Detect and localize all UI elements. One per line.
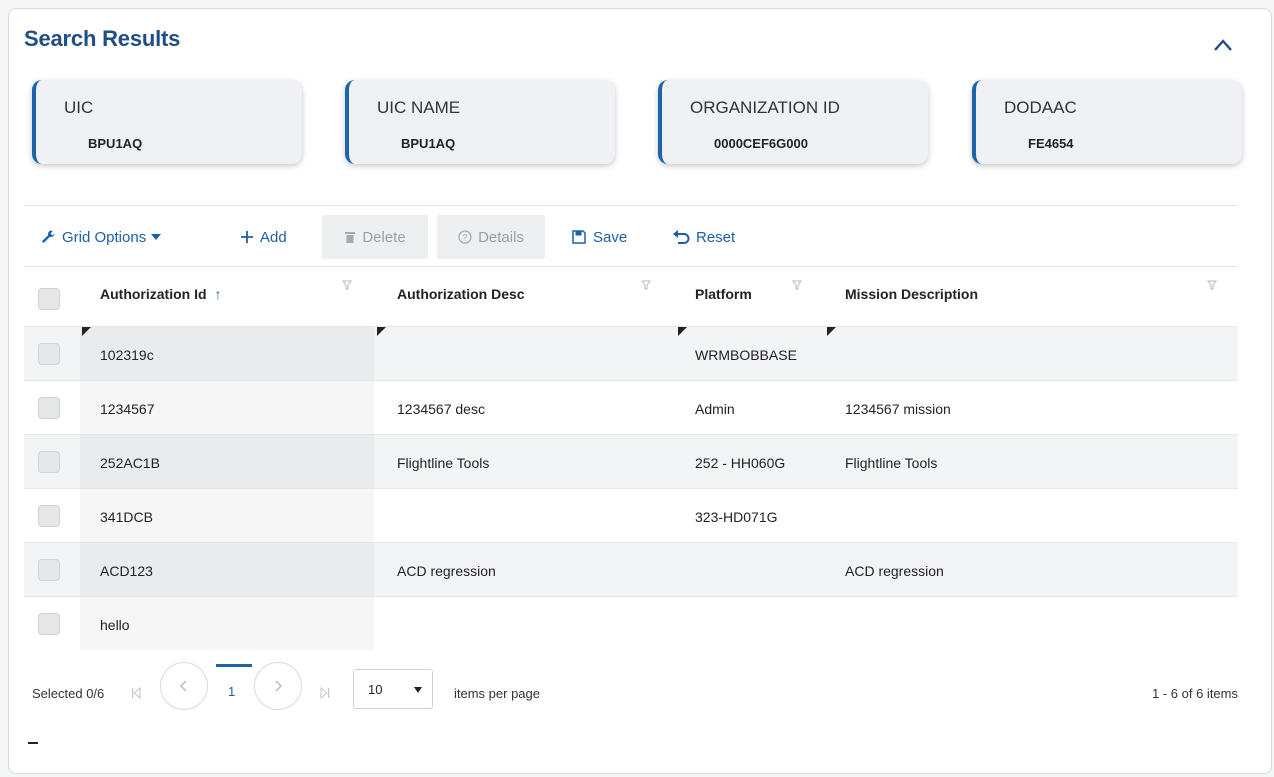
page-title: Search Results xyxy=(24,26,181,51)
cell-authorization-id[interactable]: 1234567 xyxy=(100,401,155,417)
undo-icon xyxy=(673,230,690,244)
card-label: UIC NAME xyxy=(377,98,461,117)
filter-icon[interactable] xyxy=(641,280,651,290)
dirty-cell-marker xyxy=(82,327,91,336)
plus-icon xyxy=(241,231,253,243)
cell-mission-description[interactable]: ACD regression xyxy=(845,563,944,579)
save-label: Save xyxy=(593,228,628,246)
filter-icon[interactable] xyxy=(792,280,802,290)
cell-mission-description[interactable]: Flightline Tools xyxy=(845,455,937,471)
active-page-indicator xyxy=(216,664,252,667)
divider xyxy=(24,266,1238,267)
items-per-page-label: items per page xyxy=(454,686,540,701)
page-size-value: 10 xyxy=(368,682,383,697)
card-value: BPU1AQ xyxy=(401,136,456,151)
details-label: Details xyxy=(478,228,524,246)
reset-button[interactable]: Reset xyxy=(672,215,735,259)
cell-authorization-desc[interactable]: Flightline Tools xyxy=(397,455,489,471)
divider xyxy=(24,205,1238,206)
column-header-label: Authorization Id xyxy=(100,286,207,302)
column-header-platform[interactable]: Platform xyxy=(695,286,752,302)
grid-options-label: Grid Options xyxy=(62,228,147,246)
grid-options-button[interactable]: Grid Options xyxy=(40,215,162,259)
delete-button[interactable]: Delete xyxy=(322,215,428,259)
table-row[interactable]: 1234567 1234567 desc Admin 1234567 missi… xyxy=(24,380,1238,434)
floppy-disk-icon xyxy=(572,230,586,244)
table-row[interactable]: 341DCB 323-HD071G xyxy=(24,488,1238,542)
selected-count: Selected 0/6 xyxy=(32,686,105,701)
grid-header: Authorization Id ↑ Authorization Desc Pl… xyxy=(24,268,1238,324)
cell-authorization-desc[interactable]: ACD regression xyxy=(397,563,496,579)
row-checkbox[interactable] xyxy=(38,397,60,419)
row-checkbox[interactable] xyxy=(38,613,60,635)
dirty-cell-marker xyxy=(377,327,386,336)
row-checkbox[interactable] xyxy=(38,451,60,473)
item-range: 1 - 6 of 6 items xyxy=(1152,686,1238,701)
filter-icon[interactable] xyxy=(342,280,352,290)
card-organization-id: ORGANIZATION ID 0000CEF6G000 xyxy=(658,80,928,164)
caret-down-icon xyxy=(414,687,422,693)
help-circle-icon: ? xyxy=(458,230,472,244)
table-row[interactable]: hello xyxy=(24,596,1238,650)
card-label: DODAAC xyxy=(1004,98,1077,117)
last-page-icon[interactable] xyxy=(320,687,330,699)
trash-icon xyxy=(345,232,356,243)
reset-label: Reset xyxy=(696,228,736,246)
row-checkbox[interactable] xyxy=(38,343,60,365)
wrench-icon xyxy=(42,230,55,243)
card-label: UIC xyxy=(64,98,94,117)
cell-platform[interactable]: Admin xyxy=(695,401,735,417)
card-uic: UIC BPU1AQ xyxy=(32,80,302,164)
page-size-select[interactable]: 10 xyxy=(353,669,433,709)
row-checkbox[interactable] xyxy=(38,505,60,527)
cell-authorization-id[interactable]: 102319c xyxy=(100,347,154,363)
column-header-authorization-id[interactable]: Authorization Id ↑ xyxy=(100,286,221,302)
collapse-button[interactable] xyxy=(1212,36,1234,54)
row-checkbox[interactable] xyxy=(38,559,60,581)
add-label: Add xyxy=(260,228,287,246)
card-value: FE4654 xyxy=(1028,136,1074,151)
cell-authorization-id[interactable]: 341DCB xyxy=(100,509,153,525)
card-label: ORGANIZATION ID xyxy=(690,98,840,117)
cell-authorization-id[interactable]: 252AC1B xyxy=(100,455,160,471)
next-page-button[interactable] xyxy=(254,662,302,710)
card-uic-name: UIC NAME BPU1AQ xyxy=(345,80,615,164)
delete-label: Delete xyxy=(362,228,406,246)
sort-ascending-icon: ↑ xyxy=(214,286,222,302)
minimize-dash xyxy=(28,742,38,744)
select-all-checkbox[interactable] xyxy=(38,288,60,310)
add-button[interactable]: Add xyxy=(240,215,287,259)
cell-platform[interactable]: 323-HD071G xyxy=(695,509,778,525)
svg-text:?: ? xyxy=(463,233,468,243)
details-button[interactable]: ? Details xyxy=(437,215,545,259)
first-page-icon[interactable] xyxy=(131,687,141,699)
previous-page-button[interactable] xyxy=(160,662,208,710)
cell-authorization-id[interactable]: ACD123 xyxy=(100,563,153,579)
cell-authorization-id[interactable]: hello xyxy=(100,617,130,633)
caret-down-icon xyxy=(151,234,162,240)
grid-pager: Selected 0/6 1 10 items per page 1 - 6 o… xyxy=(24,656,1238,716)
column-header-mission-description[interactable]: Mission Description xyxy=(845,286,978,302)
dirty-cell-marker xyxy=(827,327,836,336)
card-dodaac: DODAAC FE4654 xyxy=(972,80,1242,164)
chevron-up-icon xyxy=(1214,39,1232,51)
chevron-left-icon xyxy=(180,680,187,692)
column-header-authorization-desc[interactable]: Authorization Desc xyxy=(397,286,525,302)
card-value: BPU1AQ xyxy=(88,136,143,151)
page-number-1[interactable]: 1 xyxy=(228,684,235,699)
table-row[interactable]: 102319c WRMBOBBASE xyxy=(24,326,1238,380)
cell-authorization-desc[interactable]: 1234567 desc xyxy=(397,401,485,417)
filter-icon[interactable] xyxy=(1207,280,1217,290)
dirty-cell-marker xyxy=(678,327,687,336)
card-value: 0000CEF6G000 xyxy=(714,136,808,151)
cell-mission-description[interactable]: 1234567 mission xyxy=(845,401,951,417)
cell-platform[interactable]: WRMBOBBASE xyxy=(695,347,797,363)
save-button[interactable]: Save xyxy=(571,215,627,259)
table-row[interactable]: ACD123 ACD regression ACD regression xyxy=(24,542,1238,596)
chevron-right-icon xyxy=(275,680,282,692)
cell-platform[interactable]: 252 - HH060G xyxy=(695,455,785,471)
table-row[interactable]: 252AC1B Flightline Tools 252 - HH060G Fl… xyxy=(24,434,1238,488)
